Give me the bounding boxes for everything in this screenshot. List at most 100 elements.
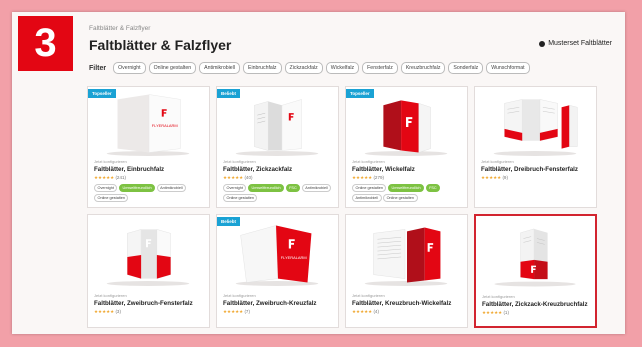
filter-chip[interactable]: Einbruchfalz [242,62,282,74]
musterset-link[interactable]: Musterset Faltblätter [539,40,612,47]
configure-link[interactable]: Jetzt konfigurieren [94,293,205,298]
product-tag: Online gestalten [352,184,387,192]
star-icons: ★★★★★ [352,175,373,180]
svg-text:FLYERALARM: FLYERALARM [152,123,178,128]
product-card[interactable]: Jetzt konfigurieren Faltblätter, Zweibruc… [87,214,210,328]
product-info: Jetzt konfigurieren Faltblätter, Dreibruc… [481,159,592,181]
product-image[interactable]: FLYERALARM [88,91,209,157]
rating-stars: ★★★★★ (3) [94,309,205,315]
musterset-label: Musterset Faltblätter [548,40,612,47]
rating-stars: ★★★★★ (279) [352,175,463,181]
product-name[interactable]: Faltblätter, Einbruchfalz [94,166,205,173]
product-image[interactable] [476,220,595,290]
product-tags: Overnight Umweltfreundlich FSC Antimikrobie… [223,184,334,202]
product-card[interactable]: Beliebt Jetzt konfigurieren Faltblätter, Z… [216,86,339,208]
configure-link[interactable]: Jetzt konfigurieren [223,159,334,164]
filter-bar: Filter Overnight Online gestalten Antimi… [89,62,530,74]
breadcrumb[interactable]: Faltblätter & Falzflyer [89,25,150,32]
product-name[interactable]: Faltblätter, Zickzackfalz [223,166,334,173]
rating-stars: ★★★★★ (241) [94,175,205,181]
product-image[interactable]: FLYERALARM [217,219,338,289]
filter-label: Filter [89,64,107,72]
product-name[interactable]: Faltblätter, Zweibruch-Kreuzfalz [223,300,334,307]
product-tag: Umweltfreundlich [387,184,425,192]
filter-chip[interactable]: Wickelfalz [325,62,360,74]
product-name[interactable]: Faltblätter, Zweibruch-Fensterfalz [94,300,205,307]
configure-link[interactable]: Jetzt konfigurieren [481,159,592,164]
filter-chip[interactable]: Zickzackfalz [284,62,323,74]
product-tag: Online gestalten [94,193,129,202]
product-tag: Umweltfreundlich [118,184,156,192]
filter-chip[interactable]: Kreuzbruchfalz [400,62,446,74]
filter-chip[interactable]: Fensterfalz [362,62,398,74]
product-card[interactable]: Jetzt konfigurieren Faltblätter, Kreuzbru… [345,214,468,328]
product-card[interactable]: Beliebt FLYERALARM Jetzt konfigurieren Falt… [216,214,339,328]
product-tag: Overnight [94,184,118,192]
filter-chip[interactable]: Antimikrobiell [199,62,240,74]
configure-link[interactable]: Jetzt konfigurieren [94,159,205,164]
product-image[interactable] [88,219,209,289]
product-tag: Antimikrobiell [156,184,187,192]
product-tag: FSC [425,184,441,192]
product-grid: Topseller FLYERALARM Jetzt konfigurieren Fa… [87,86,597,328]
rating-count: (40) [244,175,253,180]
star-icons: ★★★★★ [482,310,503,315]
product-tags: Overnight Umweltfreundlich Antimikrobiell O… [94,184,205,202]
product-tag: Overnight [223,184,247,192]
product-tags: Online gestalten Umweltfreundlich FSC Antim… [352,184,463,202]
rating-stars: ★★★★★ (4) [352,309,463,315]
svg-text:FLYERALARM: FLYERALARM [281,255,307,260]
star-icons: ★★★★★ [481,175,502,180]
product-name[interactable]: Faltblätter, Kreuzbruch-Wickelfalz [352,300,463,307]
product-tag: Antimikrobiell [352,193,382,202]
product-tag: Antimikrobiell [301,184,332,192]
star-icons: ★★★★★ [223,175,244,180]
rating-stars: ★★★★★ (1) [482,310,591,316]
product-card[interactable]: Jetzt konfigurieren Faltblätter, Dreibruc… [474,86,597,208]
rating-count: (241) [115,175,126,180]
product-name[interactable]: Faltblätter, Zickzack-Kreuzbruchfalz [482,301,591,308]
rating-count: (279) [373,175,384,180]
step-number-badge: 3 [18,16,73,71]
rating-stars: ★★★★★ (7) [223,309,334,315]
product-name[interactable]: Faltblätter, Dreibruch-Fensterfalz [481,166,592,173]
product-info: Jetzt konfigurieren Faltblätter, Zweibruc… [223,293,334,315]
star-icons: ★★★★★ [94,175,115,180]
filter-chip[interactable]: Wunschformat [486,62,530,74]
rating-count: (1) [503,310,509,315]
rating-stars: ★★★★★ (40) [223,175,334,181]
product-card[interactable]: Topseller FLYERALARM Jetzt konfigurieren Fa… [87,86,210,208]
product-image[interactable] [346,219,467,289]
configure-link[interactable]: Jetzt konfigurieren [352,293,463,298]
filter-chip[interactable]: Online gestalten [148,62,197,74]
star-icons: ★★★★★ [223,309,244,314]
product-image[interactable] [217,91,338,157]
configure-link[interactable]: Jetzt konfigurieren [482,294,591,299]
product-info: Jetzt konfigurieren Faltblätter, Einbruch… [94,159,205,202]
product-info: Jetzt konfigurieren Faltblätter, Zickzack… [482,294,591,316]
product-tag: Umweltfreundlich [247,184,285,192]
product-image[interactable] [475,91,596,157]
star-icons: ★★★★★ [94,309,115,314]
product-info: Jetzt konfigurieren Faltblätter, Kreuzbru… [352,293,463,315]
product-name[interactable]: Faltblätter, Wickelfalz [352,166,463,173]
page-title: Faltblätter & Falzflyer [89,37,232,53]
rating-count: (3) [115,309,121,314]
product-info: Jetzt konfigurieren Faltblätter, Zickzack… [223,159,334,202]
rating-count: (4) [373,309,379,314]
filter-chip[interactable]: Overnight [113,62,146,74]
product-tag: Online gestalten [223,193,258,202]
product-image[interactable] [346,91,467,157]
configure-link[interactable]: Jetzt konfigurieren [223,293,334,298]
configure-link[interactable]: Jetzt konfigurieren [352,159,463,164]
info-icon [539,40,546,47]
product-tag: Online gestalten [383,193,418,202]
star-icons: ★★★★★ [352,309,373,314]
rating-stars: ★★★★★ (9) [481,175,592,181]
product-card[interactable]: Jetzt konfigurieren Faltblätter, Zickzack… [474,214,597,328]
product-info: Jetzt konfigurieren Faltblätter, Zweibruc… [94,293,205,315]
rating-count: (7) [244,309,250,314]
product-card[interactable]: Topseller Jetzt konfigurieren Faltblätter,… [345,86,468,208]
product-info: Jetzt konfigurieren Faltblätter, Wickelfa… [352,159,463,202]
filter-chip[interactable]: Sonderfalz [448,62,484,74]
